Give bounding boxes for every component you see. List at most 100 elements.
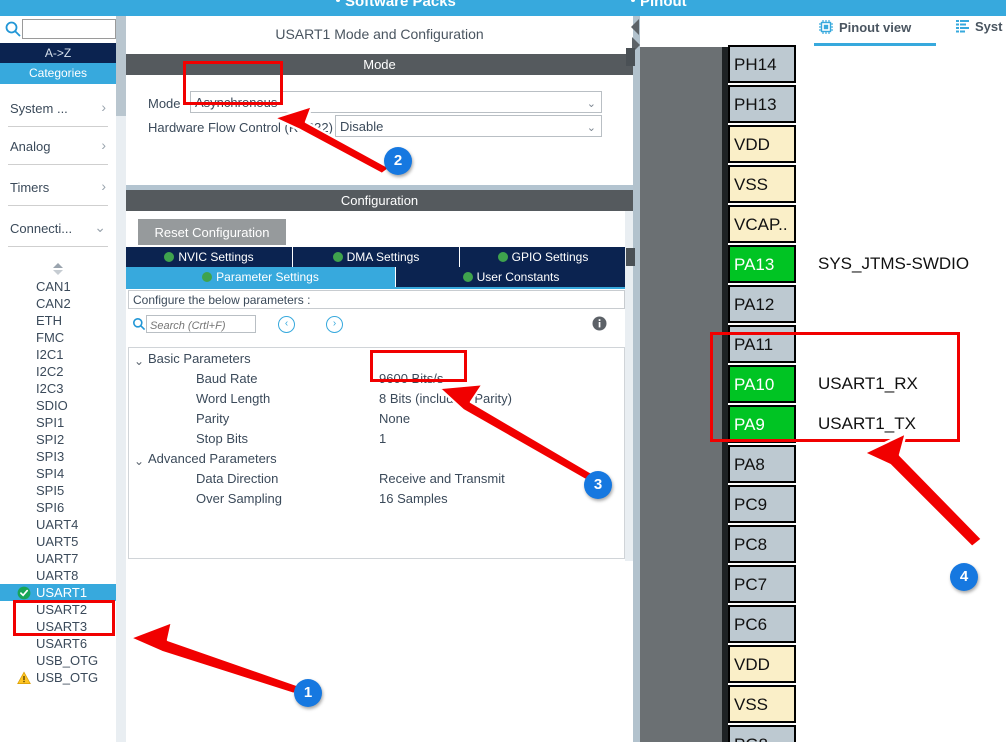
param-row[interactable]: Parity None [126, 409, 633, 429]
tab-gpio-settings[interactable]: GPIO Settings [460, 247, 626, 267]
sidebar-item-spi4[interactable]: SPI4 [0, 465, 116, 482]
sidebar-item-uart4[interactable]: UART4 [0, 516, 116, 533]
sidebar-category-connectivity[interactable]: Connecti... ⌄ [8, 212, 108, 247]
sidebar-item-i2c2[interactable]: I2C2 [0, 363, 116, 380]
param-next-button[interactable]: › [326, 316, 343, 333]
sidebar-item-fmc[interactable]: FMC [0, 329, 116, 346]
parameter-search-box[interactable] [146, 315, 256, 334]
sidebar-item-spi1[interactable]: SPI1 [0, 414, 116, 431]
highlight-box-usart1 [13, 600, 115, 636]
pin-vss[interactable]: VSS [728, 685, 796, 723]
param-value[interactable]: None [379, 409, 410, 429]
sidebar-item-spi5[interactable]: SPI5 [0, 482, 116, 499]
param-value[interactable]: 8 Bits (including Parity) [379, 389, 512, 409]
application-top-tabbar: Software Packs Pinout [0, 0, 1006, 16]
pin-vdd[interactable]: VDD [728, 125, 796, 163]
configuration-section-header: Configuration [126, 190, 633, 211]
sidebar-category-timers[interactable]: Timers › [8, 171, 108, 206]
sidebar-item-sdio[interactable]: SDIO [0, 397, 116, 414]
sidebar-item-uart5[interactable]: UART5 [0, 533, 116, 550]
sidebar-vscrollbar-thumb[interactable] [116, 16, 126, 116]
active-tab-underline [814, 43, 936, 46]
reset-configuration-button[interactable]: Reset Configuration [138, 219, 286, 245]
chevron-down-icon[interactable]: ⌄ [134, 451, 144, 471]
sidebar-vscrollbar-track[interactable] [116, 16, 126, 742]
tab-pinout-view[interactable]: Pinout view [818, 19, 911, 43]
tab-dma-settings[interactable]: DMA Settings [293, 247, 460, 267]
search-input[interactable] [23, 21, 115, 39]
tab-dot-icon [336, 0, 340, 2]
sidebar-item-usb_otg[interactable]: USB_OTG [0, 652, 116, 669]
sidebar-item-usart1[interactable]: USART1 [0, 584, 116, 601]
sidebar-item-spi2[interactable]: SPI2 [0, 431, 116, 448]
param-value[interactable]: Receive and Transmit [379, 469, 505, 489]
param-row[interactable]: Stop Bits 1 [126, 429, 633, 449]
param-prev-button[interactable]: ‹ [278, 316, 295, 333]
scroll-up-down-icon[interactable] [50, 262, 66, 276]
sidebar-item-uart8[interactable]: UART8 [0, 567, 116, 584]
sidebar-item-can2[interactable]: CAN2 [0, 295, 116, 312]
pin-label: PA12 [734, 295, 775, 314]
pin-pg8[interactable]: PG8 [728, 725, 796, 742]
sidebar-item-eth[interactable]: ETH [0, 312, 116, 329]
sidebar-item-label: USB_OTG [36, 653, 99, 668]
info-icon[interactable] [592, 316, 607, 331]
hwflow-select[interactable]: Disable ⌄ [335, 115, 602, 137]
check-circle-icon [497, 252, 508, 262]
sidebar-item-usart6[interactable]: USART6 [0, 635, 116, 652]
chevron-down-icon[interactable]: ⌄ [134, 351, 144, 371]
sidebar-tab-categories[interactable]: Categories [0, 63, 116, 84]
sidebar-item-label: USART6 [36, 636, 88, 651]
pin-vdd[interactable]: VDD [728, 645, 796, 683]
sidebar-item-spi3[interactable]: SPI3 [0, 448, 116, 465]
search-icon[interactable] [132, 317, 146, 331]
sidebar-item-label: I2C2 [36, 364, 64, 379]
sidebar-category-analog[interactable]: Analog › [8, 130, 108, 165]
tab-software-packs[interactable]: Software Packs [345, 0, 456, 10]
param-value[interactable]: 1 [379, 429, 386, 449]
sidebar-item-usb_otg-2[interactable]: USB_OTG [0, 669, 116, 686]
sidebar-item-label: SPI3 [36, 449, 65, 464]
tab-system-view[interactable]: Syst [956, 19, 1002, 43]
pin-pc8[interactable]: PC8 [728, 525, 796, 563]
param-row[interactable]: Word Length 8 Bits (including Parity) [126, 389, 633, 409]
pin-pc9[interactable]: PC9 [728, 485, 796, 523]
pin-vcap[interactable]: VCAP.. [728, 205, 796, 243]
param-row[interactable]: Over Sampling 16 Samples [126, 489, 633, 509]
sidebar-search-box[interactable] [22, 19, 116, 39]
configure-parameters-bar: Configure the below parameters : [128, 290, 625, 309]
sidebar-category-system[interactable]: System ... › [8, 92, 108, 127]
pin-vss[interactable]: VSS [728, 165, 796, 203]
sidebar-search-row [0, 16, 126, 43]
pin-pa13[interactable]: PA13 [728, 245, 796, 283]
callout-badge-3: 3 [584, 471, 612, 499]
param-value[interactable]: 16 Samples [379, 489, 448, 509]
sidebar-item-can1[interactable]: CAN1 [0, 278, 116, 295]
tab-nvic-settings[interactable]: NVIC Settings [126, 247, 293, 267]
pin-pa8[interactable]: PA8 [728, 445, 796, 483]
tab-label: Pinout view [839, 20, 912, 35]
pin-pc6[interactable]: PC6 [728, 605, 796, 643]
splitter-collapse-left-icon[interactable] [631, 18, 640, 36]
panel-splitter[interactable] [633, 16, 640, 742]
sidebar-item-spi6[interactable]: SPI6 [0, 499, 116, 516]
param-group-label: Basic Parameters [148, 351, 251, 366]
param-group-advanced-parameters[interactable]: ⌄ Advanced Parameters [126, 449, 633, 469]
sidebar-item-i2c3[interactable]: I2C3 [0, 380, 116, 397]
sidebar-item-i2c1[interactable]: I2C1 [0, 346, 116, 363]
search-icon[interactable] [4, 20, 22, 38]
tab-user-constants[interactable]: User Constants [396, 267, 626, 287]
sidebar-item-label: UART4 [36, 517, 79, 532]
tab-parameter-settings[interactable]: Parameter Settings [126, 267, 396, 287]
pin-ph14[interactable]: PH14 [728, 45, 796, 83]
param-name: Baud Rate [196, 371, 258, 386]
param-row[interactable]: Data Direction Receive and Transmit [126, 469, 633, 489]
pin-pc7[interactable]: PC7 [728, 565, 796, 603]
pin-ph13[interactable]: PH13 [728, 85, 796, 123]
check-circle-icon [332, 252, 343, 262]
parameter-search-input[interactable] [147, 318, 255, 334]
sidebar-item-uart7[interactable]: UART7 [0, 550, 116, 567]
tab-pinout[interactable]: Pinout [640, 0, 687, 10]
pin-pa12[interactable]: PA12 [728, 285, 796, 323]
sidebar-tab-az[interactable]: A->Z [0, 43, 116, 63]
